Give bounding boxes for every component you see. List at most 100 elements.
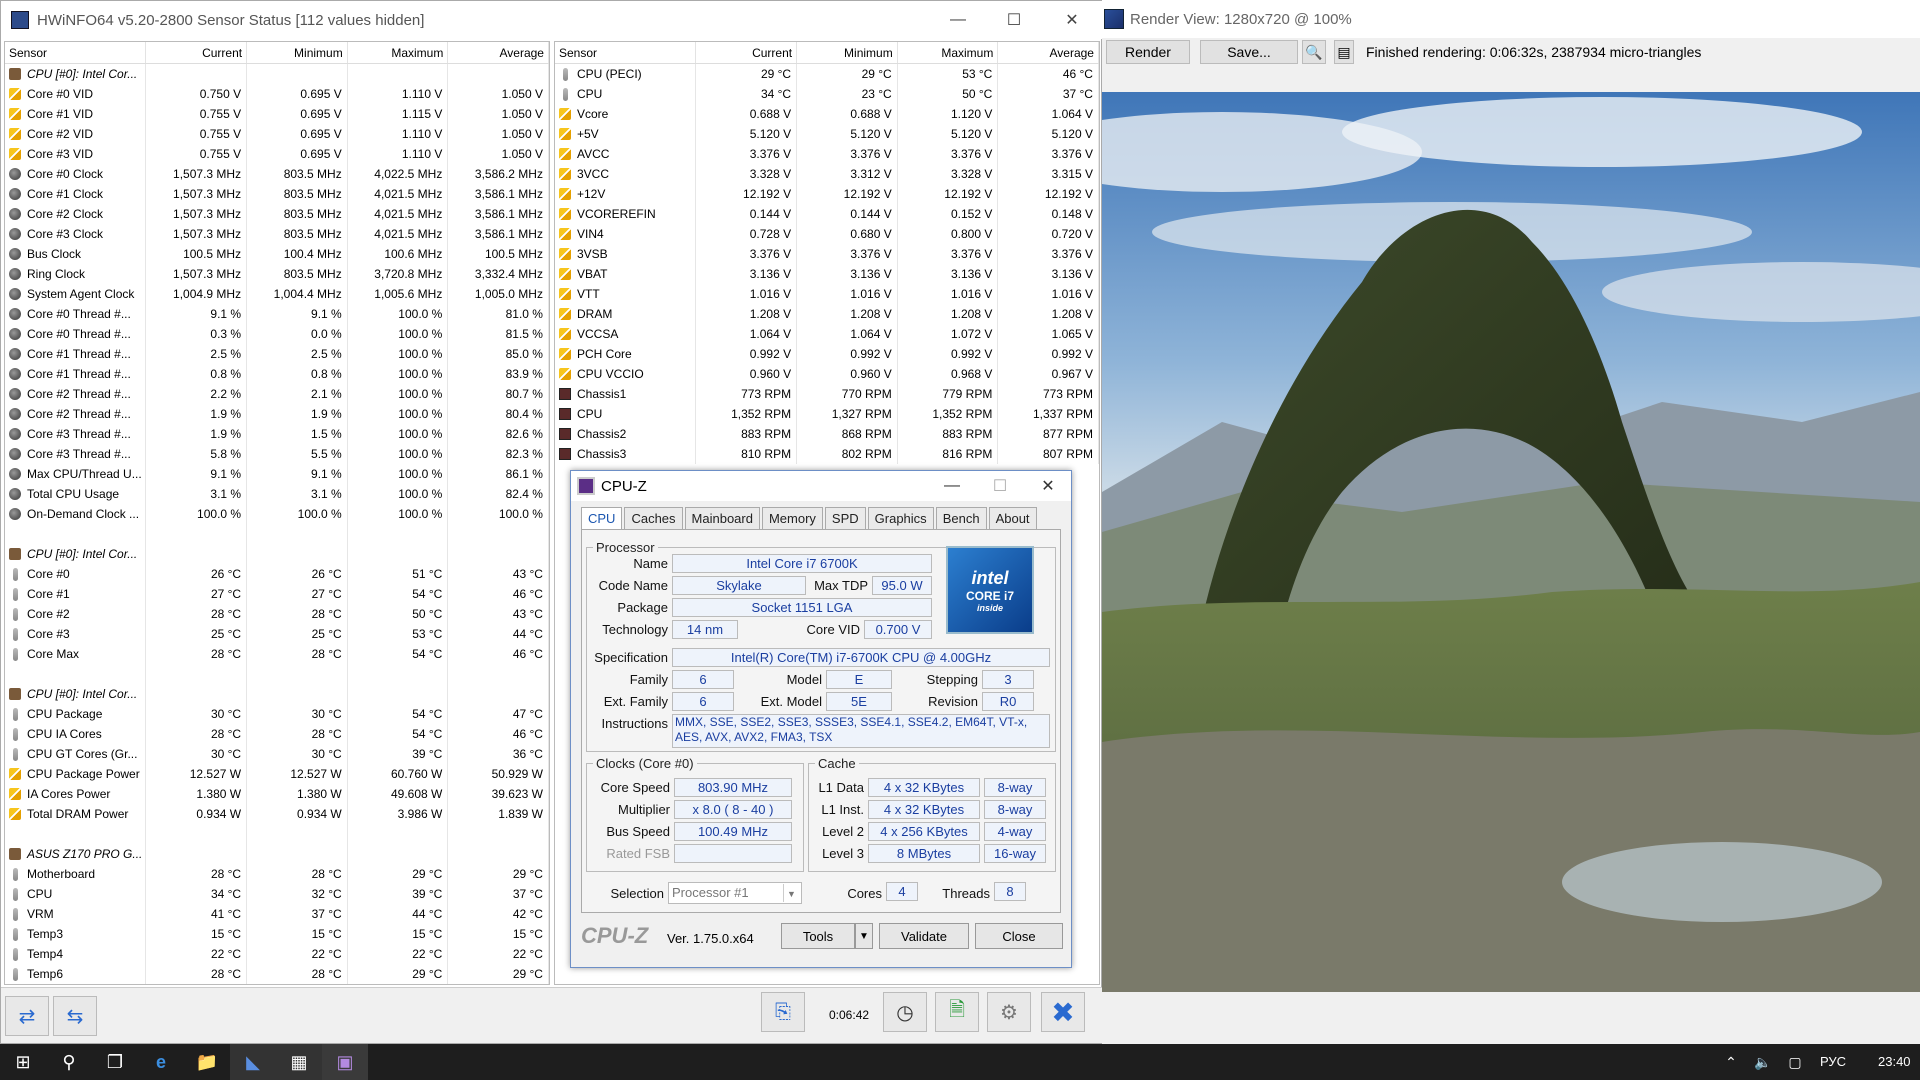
minimize-icon[interactable]: —	[927, 471, 977, 501]
table-row[interactable]: Chassis3 810 RPM 802 RPM 816 RPM 807 RPM	[555, 444, 1099, 464]
table-row[interactable]: +5V 5.120 V 5.120 V 5.120 V 5.120 V	[555, 124, 1099, 144]
minimize-icon[interactable]: —	[929, 1, 987, 39]
tab-graphics[interactable]: Graphics	[867, 507, 934, 529]
save-button[interactable]: Save...	[1200, 40, 1298, 64]
column-header[interactable]: Minimum	[247, 42, 348, 63]
sensor-panel-left[interactable]: Sensor Current Minimum Maximum Average CPU [#…	[4, 41, 550, 985]
table-row[interactable]: Core #0 Thread #... 0.3 % 0.0 % 100.0 % 81.5…	[5, 324, 549, 344]
render-titlebar[interactable]: Render View: 1280x720 @ 100%	[1102, 0, 1920, 38]
table-row[interactable]: Core #1 VID 0.755 V 0.695 V 1.115 V 1.050 V	[5, 104, 549, 124]
table-row[interactable]: Core #3 Thread #... 1.9 % 1.5 % 100.0 % 82.6…	[5, 424, 549, 444]
task-view-icon[interactable]: ❐	[92, 1044, 138, 1080]
table-row[interactable]: VIN4 0.728 V 0.680 V 0.800 V 0.720 V	[555, 224, 1099, 244]
column-header[interactable]: Minimum	[797, 42, 898, 63]
table-row[interactable]: Core #2 28 °C 28 °C 50 °C 43 °C	[5, 604, 549, 624]
network-icon[interactable]: ⎘	[761, 992, 805, 1032]
tab-mainboard[interactable]: Mainboard	[684, 507, 760, 529]
column-header[interactable]: Maximum	[898, 42, 999, 63]
table-row[interactable]: Temp3 15 °C 15 °C 15 °C 15 °C	[5, 924, 549, 944]
clock-icon[interactable]: ◷	[883, 992, 927, 1032]
render-app-taskbar-icon[interactable]: ◣	[230, 1044, 276, 1080]
table-row[interactable]: VTT 1.016 V 1.016 V 1.016 V 1.016 V	[555, 284, 1099, 304]
render-button[interactable]: Render	[1106, 40, 1190, 64]
table-row[interactable]: Bus Clock 100.5 MHz 100.4 MHz 100.6 MHz 100.…	[5, 244, 549, 264]
log-icon[interactable]: ▤	[1334, 40, 1354, 64]
table-row[interactable]: Max CPU/Thread U... 9.1 % 9.1 % 100.0 % 86.1…	[5, 464, 549, 484]
table-row[interactable]: Core #0 26 °C 26 °C 51 °C 43 °C	[5, 564, 549, 584]
tab-about[interactable]: About	[988, 507, 1037, 529]
table-row[interactable]: IA Cores Power 1.380 W 1.380 W 49.608 W 39.6…	[5, 784, 549, 804]
tools-button[interactable]: Tools	[781, 923, 855, 949]
table-row[interactable]: Core #2 VID 0.755 V 0.695 V 1.110 V 1.050 V	[5, 124, 549, 144]
tab-memory[interactable]: Memory	[761, 507, 823, 529]
edge-icon[interactable]: e	[138, 1044, 184, 1080]
table-row[interactable]: Chassis1 773 RPM 770 RPM 779 RPM 773 RPM	[555, 384, 1099, 404]
table-row[interactable]: VCCSA 1.064 V 1.064 V 1.072 V 1.065 V	[555, 324, 1099, 344]
maximize-icon[interactable]: ☐	[985, 1, 1043, 39]
table-row[interactable]: Core Max 28 °C 28 °C 54 °C 46 °C	[5, 644, 549, 664]
table-row[interactable]: Core #0 VID 0.750 V 0.695 V 1.110 V 1.050 V	[5, 84, 549, 104]
table-row[interactable]: Ring Clock 1,507.3 MHz 803.5 MHz 3,720.8 MH…	[5, 264, 549, 284]
column-header[interactable]: Maximum	[348, 42, 449, 63]
table-row[interactable]: CPU Package 30 °C 30 °C 54 °C 47 °C	[5, 704, 549, 724]
table-row[interactable]: Core #2 Thread #... 2.2 % 2.1 % 100.0 % 80.7…	[5, 384, 549, 404]
clock-time[interactable]: 23:40	[1878, 1054, 1911, 1069]
table-row[interactable]: Core #1 Thread #... 2.5 % 2.5 % 100.0 % 85.0…	[5, 344, 549, 364]
notification-icon[interactable]: ▢	[1772, 1044, 1818, 1080]
exit-icon[interactable]: ✖	[1041, 992, 1085, 1032]
hwinfo-taskbar-icon[interactable]: ▦	[276, 1044, 322, 1080]
table-row[interactable]: Core #2 Thread #... 1.9 % 1.9 % 100.0 % 80.4…	[5, 404, 549, 424]
table-row[interactable]: Total DRAM Power 0.934 W 0.934 W 3.986 W 1.8…	[5, 804, 549, 824]
gear-icon[interactable]: ⚙	[987, 992, 1031, 1032]
close-icon[interactable]: ✕	[1043, 1, 1101, 39]
table-row[interactable]: 3VCC 3.328 V 3.312 V 3.328 V 3.315 V	[555, 164, 1099, 184]
table-row[interactable]	[5, 664, 549, 684]
expand-arrows-icon[interactable]: ⇄	[5, 996, 49, 1036]
table-row[interactable]: Vcore 0.688 V 0.688 V 1.120 V 1.064 V	[555, 104, 1099, 124]
file-explorer-icon[interactable]: 📁	[184, 1044, 230, 1080]
table-row[interactable]: CPU VCCIO 0.960 V 0.960 V 0.968 V 0.967 V	[555, 364, 1099, 384]
table-row[interactable]: CPU 1,352 RPM 1,327 RPM 1,352 RPM 1,337 RPM	[555, 404, 1099, 424]
column-header[interactable]: Sensor	[5, 42, 147, 63]
zoom-icon[interactable]: 🔍	[1302, 40, 1326, 64]
table-row[interactable]: CPU Package Power 12.527 W 12.527 W 60.760 …	[5, 764, 549, 784]
tab-bench[interactable]: Bench	[935, 507, 987, 529]
search-icon[interactable]: ⚲	[46, 1044, 92, 1080]
table-row[interactable]: Core #3 VID 0.755 V 0.695 V 1.110 V 1.050 V	[5, 144, 549, 164]
table-row[interactable]: Chassis2 883 RPM 868 RPM 883 RPM 877 RPM	[555, 424, 1099, 444]
table-row[interactable]: CPU 34 °C 32 °C 39 °C 37 °C	[5, 884, 549, 904]
column-header[interactable]: Sensor	[555, 42, 697, 63]
column-header[interactable]: Average	[998, 42, 1099, 63]
table-row[interactable]: CPU IA Cores 28 °C 28 °C 54 °C 46 °C	[5, 724, 549, 744]
windows-start-icon[interactable]: ⊞	[0, 1044, 46, 1080]
hwinfo-titlebar[interactable]: HWiNFO64 v5.20-2800 Sensor Status [112 v…	[1, 1, 1103, 39]
table-row[interactable]: CPU [#0]: Intel Cor...	[5, 544, 549, 564]
cpuz-titlebar[interactable]: CPU-Z — ☐ ✕	[571, 471, 1071, 501]
table-row[interactable]: CPU [#0]: Intel Cor...	[5, 64, 549, 84]
table-row[interactable]: Core #2 Clock 1,507.3 MHz 803.5 MHz 4,021.5…	[5, 204, 549, 224]
cpuz-taskbar-icon[interactable]: ▣	[322, 1044, 368, 1080]
table-row[interactable]: VRM 41 °C 37 °C 44 °C 42 °C	[5, 904, 549, 924]
table-row[interactable]: AVCC 3.376 V 3.376 V 3.376 V 3.376 V	[555, 144, 1099, 164]
report-icon[interactable]: 🗎	[935, 992, 979, 1032]
table-row[interactable]: CPU (PECI) 29 °C 29 °C 53 °C 46 °C	[555, 64, 1099, 84]
table-row[interactable]: Core #1 Thread #... 0.8 % 0.8 % 100.0 % 83.9…	[5, 364, 549, 384]
tools-dropdown-icon[interactable]: ▼	[855, 923, 873, 949]
table-row[interactable]: 3VSB 3.376 V 3.376 V 3.376 V 3.376 V	[555, 244, 1099, 264]
table-row[interactable]: Core #0 Thread #... 9.1 % 9.1 % 100.0 % 81.0…	[5, 304, 549, 324]
table-row[interactable]: +12V 12.192 V 12.192 V 12.192 V 12.192 V	[555, 184, 1099, 204]
table-row[interactable]: DRAM 1.208 V 1.208 V 1.208 V 1.208 V	[555, 304, 1099, 324]
validate-button[interactable]: Validate	[879, 923, 969, 949]
table-row[interactable]: VCOREREFIN 0.144 V 0.144 V 0.152 V 0.148 V	[555, 204, 1099, 224]
table-row[interactable]: Core #3 Thread #... 5.8 % 5.5 % 100.0 % 82.3…	[5, 444, 549, 464]
table-row[interactable]: CPU 34 °C 23 °C 50 °C 37 °C	[555, 84, 1099, 104]
collapse-arrows-icon[interactable]: ⇆	[53, 996, 97, 1036]
table-row[interactable]: Core #3 25 °C 25 °C 53 °C 44 °C	[5, 624, 549, 644]
table-row[interactable]: Total CPU Usage 3.1 % 3.1 % 100.0 % 82.4 %	[5, 484, 549, 504]
column-header[interactable]: Current	[696, 42, 798, 63]
table-row[interactable]: Core #1 Clock 1,507.3 MHz 803.5 MHz 4,021.5…	[5, 184, 549, 204]
tab-cpu[interactable]: CPU	[581, 507, 623, 529]
tab-spd[interactable]: SPD	[824, 507, 866, 529]
tab-caches[interactable]: Caches	[624, 507, 683, 529]
table-row[interactable]: VBAT 3.136 V 3.136 V 3.136 V 3.136 V	[555, 264, 1099, 284]
